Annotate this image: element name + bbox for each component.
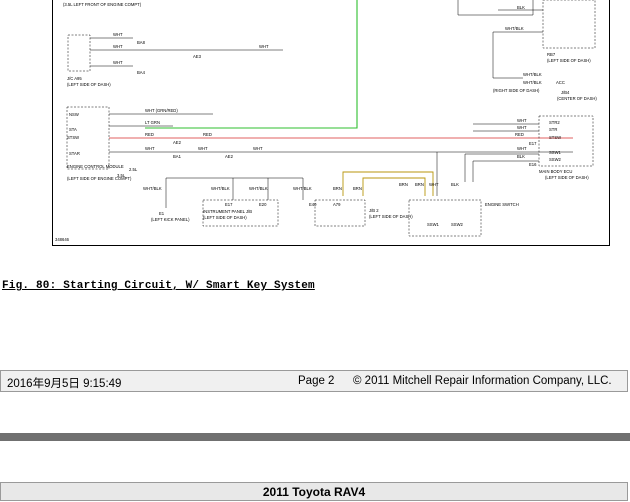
wire-label-wht-grn-red: WHT (GRN/RED) [145,108,178,113]
e1-sub: (LEFT KICK PANEL) [151,217,190,222]
pin-ba4: BA4 [137,70,146,75]
ecm-25l: 2.5L [129,167,138,172]
wire-label-wht-blk-6: WHT/BLK [249,186,268,191]
wire-label-wht-3: WHT [113,60,123,65]
brn-wire-2 [362,177,426,196]
wire-label-wht-8: WHT [517,118,527,123]
rb7-sub: (LEFT SIDE OF DASH) [547,58,591,63]
footer-page: Page 2 [298,375,335,387]
wire-label-ltgrn: LT GRN [145,120,160,125]
pin-stsw-r: STSW [549,135,561,140]
pin-ba8: BA8 [137,40,146,45]
wire-label-wht-9: WHT [517,125,527,130]
mainbody-ecu-box [538,115,594,167]
next-page-title: 2011 Toyota RAV4 [0,482,628,501]
wire-label-wht-blk-1: WHT/BLK [505,26,524,31]
pin-sta: STA [69,127,77,132]
e1-label: E1 [159,211,165,216]
jb4-sub: (CENTER OF DASH) [557,96,597,101]
wire-label-wht-11: WHT [429,182,439,187]
wiring-diagram: (3.5L LEFT FRONT OF ENGINE COMPT) J/C A9… [52,0,610,246]
pin-a79: A79 [333,202,341,207]
wire-label-blk-2: BLK [517,154,525,159]
pin-e16: E16 [529,162,537,167]
pin-ssw1: SSW1 [549,150,562,155]
wire-label-wht-10: WHT [517,146,527,151]
wire-label-wht-blk-2: WHT/BLK [523,72,542,77]
engine-switch-label: ENGINE SWITCH [485,202,519,207]
rb7-label: RB7 [547,52,556,57]
wire-label-wht-1: WHT [113,32,123,37]
instrument-sub: (LEFT SIDE OF DASH) [203,215,247,220]
mainbody-sub: (LEFT SIDE OF DASH) [545,175,589,180]
pin-ssw2-b: SSW2 [451,222,464,227]
jc-a95-box [67,34,91,72]
pin-ba1: BA1 [173,154,182,159]
footer-copyright: © 2011 Mitchell Repair Information Compa… [353,375,612,387]
wire-label-brn-4: BRN [415,182,424,187]
wire-label-wht-blk-5: WHT/BLK [211,186,230,191]
wire-label-red-1: RED [145,132,154,137]
pin-ae2-b: AE2 [225,154,234,159]
wire-label-wht-4: WHT [259,44,269,49]
pin-e20: E20 [259,202,267,207]
wire-label-wht-6: WHT [198,146,208,151]
wire-label-brn-3: BRN [399,182,408,187]
jb2-label: J/B 2 [369,208,379,213]
jc-a95-sub: (LEFT SIDE OF DASH) [67,82,111,87]
ecm-label: ENGINE CONTROL MODULE [67,164,124,169]
pin-e17-r: E17 [529,141,537,146]
wire-label-blk-3: BLK [451,182,459,187]
jb4-label: J/B4 [561,90,570,95]
wire-label-wht-blk-7: WHT/BLK [293,186,312,191]
wire-label-wht-blk-3: WHT/BLK [523,80,542,85]
instrument-label: INSTRUMENT PANEL J/B [203,209,252,214]
pin-ae2: AE2 [173,140,182,145]
wire-label-red-2: RED [203,132,212,137]
wire-label-wht-blk-4: WHT/BLK [143,186,162,191]
e31-sub: (RIGHT SIDE OF DASH) [493,88,540,93]
wiring-diagram-svg: (3.5L LEFT FRONT OF ENGINE COMPT) J/C A9… [55,0,597,242]
pin-str2: STR2 [549,120,560,125]
pin-ae3: AE3 [193,54,202,59]
figure-caption: Fig. 80: Starting Circuit, W/ Smart Key … [2,280,315,292]
footer-datetime: 2016年9月5日 9:15:49 [7,378,122,390]
jb2-sub: (LEFT SIDE OF DASH) [369,214,413,219]
pin-nsw: NSW [69,112,79,117]
wire-label-brn-1: BRN [333,186,342,191]
diagram-id: 348646 [55,237,70,242]
page-divider [0,433,630,441]
rb7-box [542,0,596,49]
pin-star: STAR [69,151,80,156]
mainbody-label: MAIN BODY ECU [539,169,572,174]
pin-ssw2: SSW2 [549,157,562,162]
wire-label-brn-2: BRN [353,186,362,191]
wire-label-wht-7: WHT [253,146,263,151]
pin-ssw1-b: SSW1 [427,222,440,227]
wire-label-red-3: RED [515,132,524,137]
pin-e17: E17 [225,202,233,207]
ecm-35l: 3.5L [117,173,126,178]
pin-acc: ACC [556,80,565,85]
engine-switch-box [408,199,482,237]
pin-e40: E40 [309,202,317,207]
pin-stsw: STSW [67,135,79,140]
jc-a95-label: J/C A95 [67,76,82,81]
pin-str: STR [549,127,557,132]
page-footer: 2016年9月5日 9:15:49 Page 2 © 2011 Mitchell… [0,370,628,392]
top-left-note: (3.5L LEFT FRONT OF ENGINE COMPT) [63,2,142,7]
wire-label-wht-5: WHT [145,146,155,151]
wire-label-blk-1: BLK [517,5,525,10]
wire-label-wht-2: WHT [113,44,123,49]
